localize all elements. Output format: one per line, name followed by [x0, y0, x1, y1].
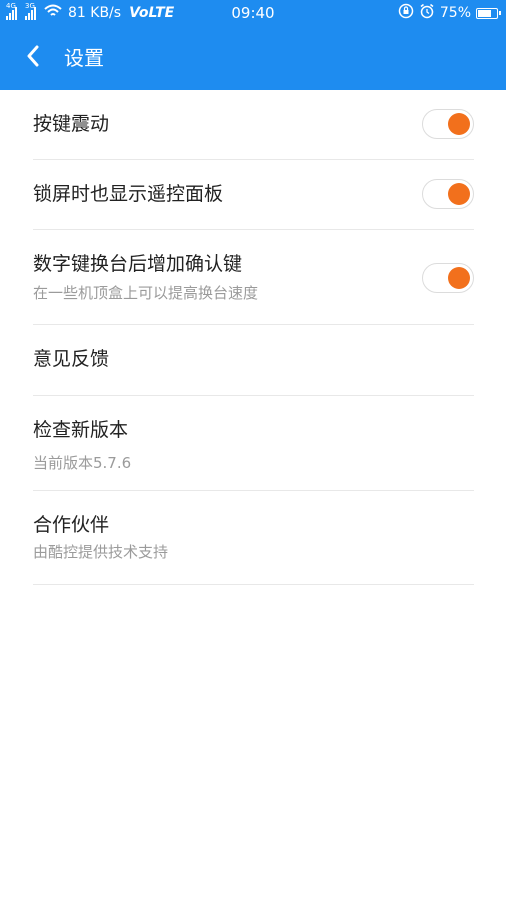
- chevron-left-icon: [25, 45, 41, 71]
- setting-title: 按键震动: [33, 113, 110, 135]
- setting-title: 锁屏时也显示遥控面板: [33, 183, 224, 205]
- setting-title: 检查新版本: [33, 419, 129, 441]
- setting-key-vibration[interactable]: 按键震动: [33, 90, 474, 160]
- setting-title: 意见反馈: [33, 348, 110, 370]
- setting-partners[interactable]: 合作伙伴 由酷控提供技术支持: [33, 491, 474, 585]
- back-button[interactable]: [18, 43, 48, 73]
- page-title: 设置: [64, 46, 104, 70]
- toggle-knob: [448, 113, 470, 135]
- setting-subtitle: 当前版本5.7.6: [33, 454, 132, 472]
- setting-title: 合作伙伴: [33, 514, 110, 536]
- status-right: 75%: [398, 3, 501, 23]
- confirm-key-toggle[interactable]: [422, 263, 474, 293]
- status-bar: 4G 3G 81 KB/s VoLTE 09:40 75%: [0, 0, 506, 26]
- setting-subtitle: 由酷控提供技术支持: [33, 543, 169, 561]
- settings-list: 按键震动 锁屏时也显示遥控面板 数字键换台后增加确认键 在一些机顶盒上可以提高换…: [33, 90, 474, 585]
- setting-subtitle: 在一些机顶盒上可以提高换台速度: [33, 284, 259, 302]
- toggle-knob: [448, 183, 470, 205]
- lockscreen-remote-toggle[interactable]: [422, 179, 474, 209]
- setting-confirm-key[interactable]: 数字键换台后增加确认键 在一些机顶盒上可以提高换台速度: [33, 230, 474, 325]
- key-vibration-toggle[interactable]: [422, 109, 474, 139]
- toggle-knob: [448, 267, 470, 289]
- alarm-icon: [419, 3, 435, 23]
- setting-feedback[interactable]: 意见反馈: [33, 325, 474, 396]
- battery-fill: [478, 9, 491, 17]
- setting-check-update[interactable]: 检查新版本 当前版本5.7.6: [33, 396, 474, 491]
- rotation-lock-icon: [398, 3, 414, 23]
- app-bar: 设置: [0, 26, 506, 90]
- battery-percent: 75%: [439, 5, 471, 21]
- setting-lockscreen-remote[interactable]: 锁屏时也显示遥控面板: [33, 160, 474, 230]
- battery-icon: [476, 7, 501, 19]
- setting-title: 数字键换台后增加确认键: [33, 253, 243, 275]
